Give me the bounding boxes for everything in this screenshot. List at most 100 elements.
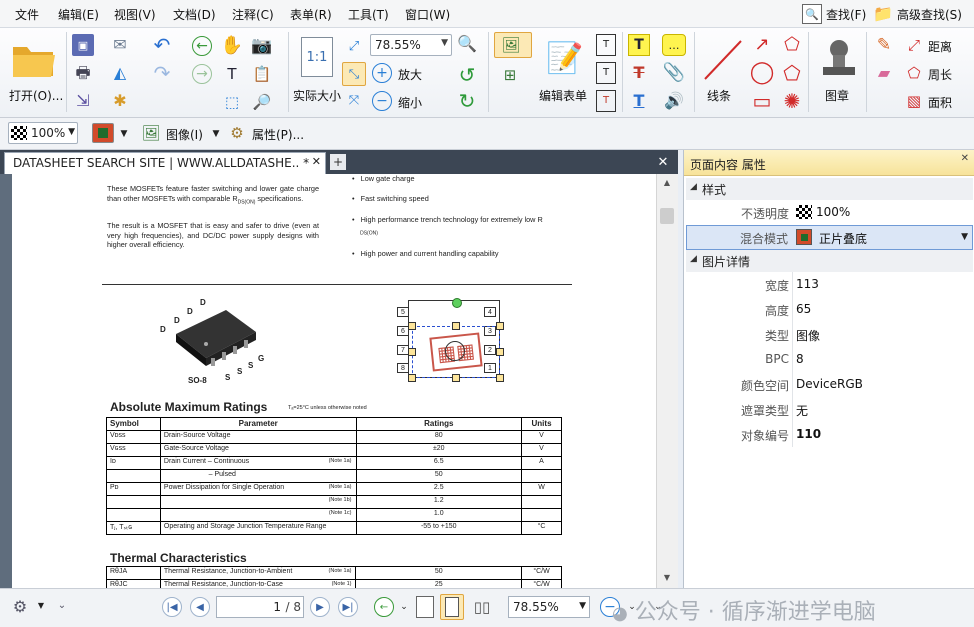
vertical-scrollbar[interactable]: ▲ ▼ — [656, 174, 678, 588]
export-icon[interactable]: ⇲ — [72, 90, 94, 112]
chevron-down-icon[interactable]: ▼ — [441, 38, 448, 48]
forward-icon[interactable]: → — [192, 64, 212, 84]
blend-mode-value[interactable]: 正片叠底 — [819, 230, 867, 247]
opacity-value[interactable]: 100% — [816, 205, 850, 219]
lines-button[interactable]: 线条 — [698, 32, 744, 112]
resize-handle[interactable] — [408, 374, 416, 382]
status-zoom-input[interactable]: 78.55% ▼ — [508, 596, 590, 618]
fit-visible-icon[interactable]: ⤧ — [344, 90, 364, 110]
typewriter-icon[interactable]: T — [628, 34, 650, 56]
redo-icon[interactable]: ↷ — [150, 62, 174, 84]
image-tool-button[interactable]: 🖼 — [494, 32, 532, 58]
zoom-input[interactable]: 78.55% ▼ — [370, 34, 452, 56]
callout-icon[interactable]: T — [596, 90, 616, 112]
clipboard-icon[interactable]: 📋 — [250, 62, 274, 86]
strikeout-icon[interactable]: T — [628, 62, 650, 84]
properties-button[interactable]: 属性(P)... — [252, 126, 304, 143]
first-page-icon[interactable]: |◀ — [162, 597, 182, 617]
back-view-icon[interactable]: ← — [374, 597, 394, 617]
edit-form-button[interactable]: 📝 编辑表单 — [538, 32, 592, 112]
next-page-icon[interactable]: ▶ — [310, 597, 330, 617]
close-document-icon[interactable]: ✕ — [655, 154, 671, 170]
resize-handle[interactable] — [496, 348, 504, 356]
prev-page-icon[interactable]: ◀ — [190, 597, 210, 617]
attach-file-icon[interactable]: 📎 — [662, 62, 686, 84]
scrollbar-thumb[interactable] — [660, 208, 674, 224]
document-tab[interactable]: DATASHEET SEARCH SITE | WWW.ALLDATASHE..… — [4, 152, 326, 174]
resize-handle[interactable] — [496, 374, 504, 382]
email-icon[interactable]: ✉ — [108, 34, 132, 56]
scroll-up-icon[interactable]: ▲ — [660, 177, 674, 189]
sound-icon[interactable]: 🔊 — [662, 90, 686, 112]
select-graphic-icon[interactable]: ⬚ — [220, 90, 244, 114]
chevron-down-icon[interactable]: ▼ — [579, 601, 586, 611]
advanced-find-button[interactable]: 高级查找(S) — [897, 6, 962, 23]
hand-tool-icon[interactable]: ✋ — [220, 34, 244, 58]
page-input[interactable]: 1 / 8 — [216, 596, 304, 618]
new-document-icon[interactable]: ✱ — [108, 90, 132, 112]
menu-document[interactable]: 文档(D) — [173, 6, 216, 23]
zoom-tool-icon[interactable]: 🔍 — [457, 34, 477, 54]
close-tab-icon[interactable]: ✕ — [312, 155, 321, 168]
expand-icon[interactable]: ⌄ — [398, 601, 410, 613]
actual-size-button[interactable]: 1:1 实际大小 — [292, 32, 342, 112]
resize-handle[interactable] — [496, 322, 504, 330]
eraser-icon[interactable]: ▰ — [872, 62, 896, 84]
arrow-icon[interactable]: ↗ — [750, 34, 774, 56]
collapse-icon[interactable]: ◢ — [690, 182, 697, 192]
chevron-down-icon[interactable]: ▼ — [210, 128, 222, 140]
distance-button[interactable]: 距离 — [928, 38, 952, 55]
rotate-right-icon[interactable]: ↻ — [456, 90, 478, 112]
area-button[interactable]: 面积 — [928, 94, 952, 111]
menu-comment[interactable]: 注释(C) — [232, 6, 274, 23]
polygon-icon[interactable]: ⬠ — [780, 62, 804, 84]
chevron-down-icon[interactable]: ▼ — [961, 232, 968, 242]
selected-image[interactable]: ▦▦ — [412, 326, 500, 378]
scan-icon[interactable]: ◭ — [108, 62, 132, 84]
oval-icon[interactable]: ◯ — [750, 62, 775, 84]
perimeter-icon[interactable]: ⬠ — [902, 62, 926, 84]
close-panel-icon[interactable]: ✕ — [961, 153, 969, 164]
menu-window[interactable]: 窗口(W) — [405, 6, 450, 23]
fit-page-icon[interactable]: ⤢ — [344, 36, 364, 56]
section-style[interactable]: ◢ 样式 — [686, 178, 973, 200]
menu-file[interactable]: 文件 — [15, 6, 39, 23]
stamp-button[interactable]: 图章 — [812, 32, 864, 112]
cloud-icon[interactable]: ✺ — [780, 90, 804, 112]
new-tab-icon[interactable]: + — [330, 154, 346, 170]
scroll-down-icon[interactable]: ▼ — [660, 572, 674, 584]
rotate-handle[interactable] — [452, 298, 462, 308]
fit-width-button[interactable]: ⤡ — [342, 62, 366, 86]
snapshot-icon[interactable]: 📷 — [250, 34, 274, 58]
note-icon[interactable]: … — [662, 34, 686, 56]
folder-search-icon[interactable]: 📁 — [872, 4, 894, 24]
polyline-icon[interactable]: ⬠ — [780, 34, 804, 56]
zoom-in-button[interactable]: 放大 — [398, 66, 422, 83]
resize-handle[interactable] — [408, 322, 416, 330]
text-box-icon[interactable]: T — [596, 62, 616, 84]
settings-icon[interactable]: ⚙ — [10, 597, 30, 617]
fill-color-button[interactable] — [92, 123, 114, 143]
back-icon[interactable]: ← — [192, 36, 212, 56]
single-page-icon[interactable] — [416, 596, 434, 618]
section-image-details[interactable]: ◢ 图片详情 — [686, 250, 973, 272]
perimeter-button[interactable]: 周长 — [928, 66, 952, 83]
menu-tools[interactable]: 工具(T) — [348, 6, 389, 23]
find-icon[interactable]: 🔍 — [802, 4, 822, 24]
zoom-in-icon[interactable]: + — [372, 63, 392, 83]
rectangle-icon[interactable]: ▭ — [750, 90, 774, 112]
save-icon[interactable]: ▣ — [72, 34, 94, 56]
menu-view[interactable]: 视图(V) — [114, 6, 156, 23]
facing-pages-icon[interactable]: ▯▯ — [470, 596, 494, 618]
last-page-icon[interactable]: ▶| — [338, 597, 358, 617]
opacity-select[interactable]: 100% ▼ — [8, 122, 78, 144]
find-object-icon[interactable]: 🔎 — [250, 90, 274, 114]
text-field-icon[interactable]: T — [596, 34, 616, 56]
distance-icon[interactable]: ⤢ — [902, 34, 926, 56]
select-text-icon[interactable]: T — [220, 62, 244, 86]
underline-icon[interactable]: T — [628, 90, 650, 112]
expand-icon[interactable]: ⌄ — [56, 599, 68, 613]
print-icon[interactable]: 🖶 — [72, 62, 94, 84]
resize-handle[interactable] — [408, 348, 416, 356]
resize-handle[interactable] — [452, 374, 460, 382]
